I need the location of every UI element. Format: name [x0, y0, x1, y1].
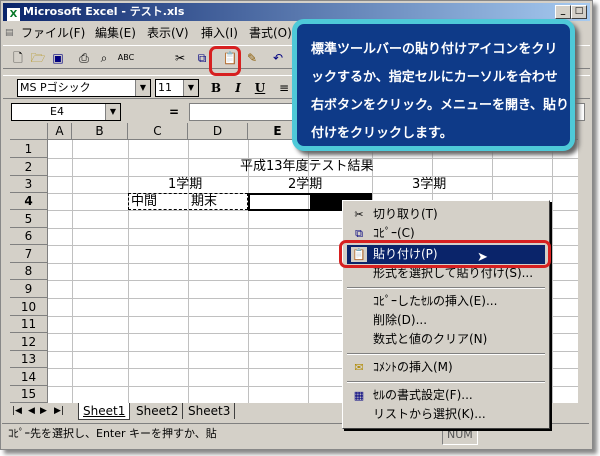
grid-line [248, 140, 249, 403]
print-preview-icon[interactable]: ⌕ [95, 49, 113, 67]
menu-item-cut[interactable]: ✂ 切り取り(T) [347, 205, 545, 224]
menu-insert[interactable]: 挿入(I) [201, 23, 238, 43]
window-title: Microsoft Excel - テスト.xls [23, 5, 185, 18]
menu-item-delete[interactable]: 削除(D)... [347, 311, 545, 330]
column-header[interactable]: A [48, 123, 72, 140]
sheet-title-cell[interactable]: 平成13年度テスト結果 [240, 158, 374, 176]
midterm-cell[interactable]: 中間 [131, 193, 157, 211]
italic-button[interactable]: I [229, 79, 247, 97]
tab-sheet3[interactable]: Sheet3 [184, 403, 236, 419]
final-cell[interactable]: 期末 [191, 193, 217, 211]
grid-line [552, 140, 553, 403]
select-all-button[interactable] [10, 123, 48, 140]
align-left-icon[interactable]: ≡ [275, 79, 293, 97]
menu-item-insert-comment[interactable]: ✉ ｺﾒﾝﾄの挿入(M) [347, 358, 545, 377]
minimize-button[interactable]: _ [555, 5, 571, 19]
font-name-value: MS Pゴシック [20, 81, 91, 94]
format-icon: ▦ [353, 389, 365, 402]
row-header[interactable]: 7 [10, 245, 48, 263]
column-header[interactable]: C [128, 123, 188, 140]
tab-last-icon[interactable]: ▶| [54, 403, 64, 419]
menu-edit[interactable]: 編集(E) [95, 23, 136, 43]
row-header[interactable]: 9 [10, 280, 48, 298]
status-text: ｺﾋﾟｰ先を選択し、Enter キーを押すか、貼 [8, 427, 217, 440]
callout-text: 標準ツールバーの貼り付けアイコンをクリックするか、指定セルにカーソルを合わせ右ボ… [311, 42, 570, 141]
menu-view[interactable]: 表示(V) [147, 23, 189, 43]
row-header[interactable]: 15 [10, 386, 48, 403]
excel-icon: X [7, 8, 20, 21]
comment-icon: ✉ [354, 361, 364, 374]
grid-line [128, 140, 129, 403]
column-header[interactable]: D [188, 123, 248, 140]
print-icon[interactable]: ⎙ [75, 49, 93, 67]
row-header[interactable]: 10 [10, 298, 48, 316]
grid-line [72, 140, 73, 403]
menu-item-insert-copied[interactable]: ｺﾋﾟｰしたｾﾙの挿入(E)... [347, 292, 545, 311]
open-icon[interactable]: 🗁 [29, 49, 47, 67]
chevron-down-icon: ▼ [135, 80, 150, 96]
row-header[interactable]: 12 [10, 333, 48, 351]
row-header[interactable]: 1 [10, 140, 48, 158]
menubar-grip: ▤ [5, 28, 14, 38]
context-menu: ✂ 切り取り(T) ⧉ ｺﾋﾟｰ(C) 📋 貼り付け(P) ➤ 形式を選択して貼り付け(… [342, 200, 550, 429]
row-header[interactable]: 2 [10, 158, 48, 176]
undo-icon[interactable]: ↶ [269, 49, 287, 67]
chevron-down-icon: ▼ [105, 104, 120, 120]
column-header[interactable]: B [72, 123, 128, 140]
tab-sheet2[interactable]: Sheet2 [132, 403, 184, 419]
menu-item-format-cells[interactable]: ▦ ｾﾙの書式設定(F)... [347, 386, 545, 405]
menu-item-pick-from-list[interactable]: リストから選択(K)... [347, 405, 545, 424]
cut-icon[interactable]: ✂ [171, 49, 189, 67]
menu-separator [347, 381, 545, 383]
tab-sheet1[interactable]: Sheet1 [78, 403, 131, 420]
tab-first-icon[interactable]: |◀ [12, 403, 22, 419]
scissors-icon: ✂ [354, 208, 364, 221]
term1-cell[interactable]: 1学期 [168, 176, 202, 194]
row-header[interactable]: 11 [10, 316, 48, 333]
format-painter-icon[interactable]: ✎ [243, 49, 261, 67]
row-header[interactable]: 4 [10, 193, 48, 210]
row-header[interactable]: 8 [10, 263, 48, 280]
row-header[interactable]: 13 [10, 351, 48, 368]
menu-item-clear-contents[interactable]: 数式と値のクリア(N) [347, 330, 545, 349]
vertical-scrollbar[interactable] [578, 123, 588, 403]
underline-button[interactable]: U [251, 79, 269, 97]
menu-file[interactable]: ファイル(F) [21, 23, 85, 43]
font-name-select[interactable]: MS Pゴシック ▼ [17, 79, 151, 97]
menu-separator [347, 353, 545, 355]
row-header[interactable]: 5 [10, 210, 48, 228]
menu-format[interactable]: 書式(O) [249, 23, 292, 43]
save-icon[interactable]: ▣ [49, 49, 67, 67]
font-size-value: 11 [158, 81, 172, 94]
row-header[interactable]: 3 [10, 176, 48, 193]
name-box-value: E4 [50, 105, 64, 118]
copy-icon: ⧉ [355, 227, 363, 240]
spelling-icon[interactable]: ABC [117, 49, 135, 67]
formula-equals: = [169, 105, 180, 119]
term3-cell[interactable]: 3学期 [412, 176, 446, 194]
name-box[interactable]: E4 ▼ [11, 103, 121, 121]
paste-menu-highlight-ring [339, 240, 551, 268]
maximize-button[interactable]: □ [571, 5, 587, 19]
paste-icon-highlight-ring [209, 46, 241, 76]
bold-button[interactable]: B [207, 79, 225, 97]
new-icon[interactable]: 🗋 [9, 49, 27, 67]
tab-prev-icon[interactable]: ◀ [28, 403, 35, 419]
chevron-down-icon: ▼ [183, 80, 198, 96]
tab-next-icon[interactable]: ▶ [40, 403, 47, 419]
font-size-select[interactable]: 11 ▼ [155, 79, 199, 97]
menu-separator [347, 287, 545, 289]
term2-cell[interactable]: 2学期 [288, 176, 322, 194]
instruction-callout: 標準ツールバーの貼り付けアイコンをクリックするか、指定セルにカーソルを合わせ右ボ… [292, 19, 575, 151]
row-header[interactable]: 14 [10, 368, 48, 386]
row-header[interactable]: 6 [10, 228, 48, 245]
